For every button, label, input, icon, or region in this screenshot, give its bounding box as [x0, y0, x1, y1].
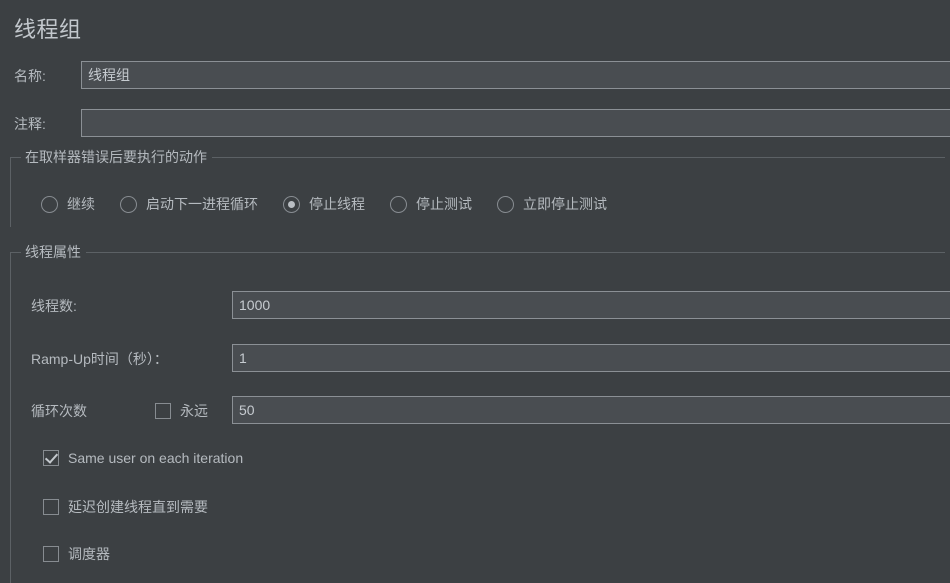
- name-input[interactable]: [81, 61, 950, 89]
- radio-stop-test-now-label: 立即停止测试: [523, 196, 607, 212]
- loop-count-row: 循环次数: [31, 396, 87, 426]
- same-user-each-iteration-label: Same user on each iteration: [68, 450, 244, 466]
- thread-count-label: 线程数:: [31, 298, 77, 314]
- radio-stop-thread-label: 停止线程: [309, 196, 365, 212]
- loop-count-label: 循环次数: [31, 403, 87, 419]
- page-title: 线程组: [14, 17, 82, 42]
- same-user-each-iteration-checkbox[interactable]: Same user on each iteration: [43, 450, 243, 466]
- radio-start-next-loop-label: 启动下一进程循环: [146, 196, 258, 212]
- same-user-each-iteration-check-mark[interactable]: [43, 450, 59, 466]
- radio-stop-test[interactable]: 停止测试: [390, 194, 472, 214]
- delay-thread-creation-checkbox[interactable]: 延迟创建线程直到需要: [43, 497, 208, 517]
- comment-label: 注释:: [14, 116, 46, 132]
- thread-count-input[interactable]: [232, 291, 950, 319]
- sampler-error-action-legend: 在取样器错误后要执行的动作: [21, 147, 212, 167]
- delay-thread-creation-check-mark[interactable]: [43, 499, 59, 515]
- loop-forever-checkbox[interactable]: 永远: [155, 401, 208, 421]
- loop-forever-label: 永远: [180, 403, 208, 419]
- ramp-up-input[interactable]: [232, 344, 950, 372]
- radio-stop-thread[interactable]: 停止线程: [283, 194, 365, 214]
- radio-continue-mark[interactable]: [41, 195, 58, 213]
- thread-properties-legend: 线程属性: [21, 242, 86, 262]
- ramp-up-label: Ramp-Up时间（秒）：: [31, 351, 168, 367]
- loop-count-input[interactable]: [232, 396, 950, 424]
- comment-input[interactable]: [81, 109, 950, 137]
- radio-continue[interactable]: 继续: [41, 194, 95, 214]
- radio-stop-test-label: 停止测试: [416, 196, 472, 212]
- loop-forever-check-mark[interactable]: [155, 403, 171, 419]
- scheduler-checkbox[interactable]: 调度器: [43, 544, 110, 564]
- radio-stop-thread-mark[interactable]: [283, 195, 300, 213]
- radio-continue-label: 继续: [67, 196, 95, 212]
- scheduler-check-mark[interactable]: [43, 546, 59, 562]
- ramp-up-row: Ramp-Up时间（秒）：: [31, 344, 168, 374]
- sampler-error-action-group: 在取样器错误后要执行的动作: [10, 147, 945, 227]
- thread-group-panel: 线程组 名称: 注释: 在取样器错误后要执行的动作 继续 启动下一进程循环 停止…: [0, 0, 950, 583]
- name-label: 名称:: [14, 68, 46, 84]
- radio-stop-test-now[interactable]: 立即停止测试: [497, 194, 607, 214]
- radio-stop-test-now-mark[interactable]: [497, 195, 514, 213]
- delay-thread-creation-label: 延迟创建线程直到需要: [68, 499, 208, 515]
- thread-count-row: 线程数:: [31, 291, 77, 321]
- radio-start-next-loop-mark[interactable]: [120, 195, 137, 213]
- sampler-error-action-radios: 继续 启动下一进程循环 停止线程 停止测试 立即停止测试: [41, 194, 607, 214]
- comment-row: 注释:: [14, 109, 46, 139]
- scheduler-label: 调度器: [68, 546, 110, 562]
- name-row: 名称:: [14, 61, 46, 91]
- radio-start-next-loop[interactable]: 启动下一进程循环: [120, 194, 258, 214]
- radio-stop-test-mark[interactable]: [390, 195, 407, 213]
